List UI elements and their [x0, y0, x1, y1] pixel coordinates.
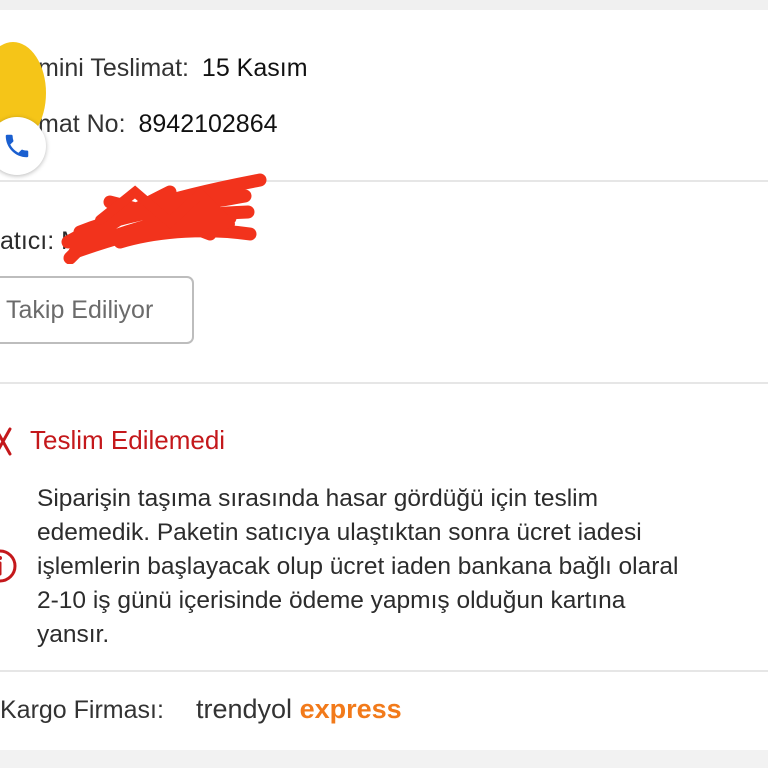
- follow-button-label: Takip Ediliyor: [6, 295, 154, 324]
- estimated-delivery-value: 15 Kasım: [201, 54, 308, 82]
- follow-button[interactable]: Takip Ediliyor: [0, 276, 194, 344]
- description-line: yansır.: [37, 621, 110, 648]
- estimated-delivery-label: mini Teslimat:: [38, 54, 189, 82]
- status-title: Teslim Edilemedi: [30, 425, 226, 455]
- description-line: Siparişin taşıma sırasında hasar gördüğü…: [37, 485, 599, 512]
- phone-icon: [5, 134, 29, 158]
- delivery-number-value: 8942102864: [138, 110, 278, 138]
- close-x-icon: [0, 427, 12, 456]
- bottom-gap: [0, 750, 768, 768]
- brand-name-part2: express: [299, 694, 402, 724]
- description-line: işlemlerin başlayacak olup ücret iaden b…: [37, 553, 679, 580]
- brand-name-part1: trendyol: [196, 694, 293, 724]
- description-line: 2-10 iş günü içerisinde ödeme yapmış old…: [37, 587, 626, 614]
- top-strip: [0, 0, 768, 10]
- info-circle-icon: [0, 549, 17, 583]
- divider: [0, 382, 768, 384]
- divider: [0, 670, 768, 672]
- status-description: Siparişin taşıma sırasında hasar gördüğü…: [37, 482, 768, 652]
- cargo-brand-logo: trendyol express: [196, 694, 402, 725]
- delivery-number: mat No: 8942102864: [38, 110, 278, 139]
- estimated-delivery: mini Teslimat: 15 Kasım: [38, 54, 308, 83]
- cargo-label: Kargo Firması:: [0, 696, 164, 724]
- redaction-scribble: [61, 173, 267, 264]
- delivery-number-label: mat No:: [38, 110, 126, 138]
- description-line: edemedik. Paketin satıcıya ulaştıktan so…: [37, 519, 642, 546]
